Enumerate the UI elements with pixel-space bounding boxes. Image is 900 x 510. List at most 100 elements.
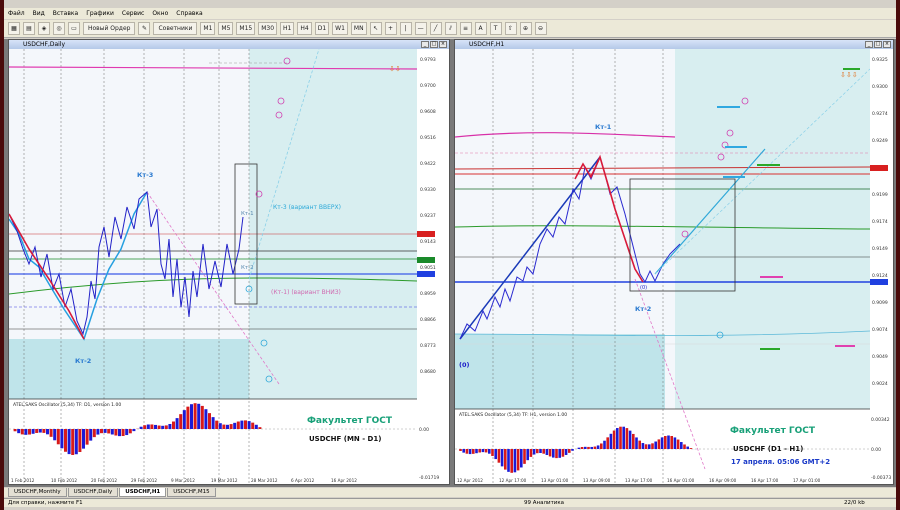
oscillator-bar — [17, 429, 21, 434]
label-icon[interactable]: T — [489, 22, 502, 35]
new-chart-icon[interactable]: ▦ — [8, 22, 20, 35]
period-h4[interactable]: H4 — [297, 22, 312, 35]
variant-up-label: Кт-3 (вариант ВВЕРХ) — [273, 204, 341, 211]
oscillator-bar — [542, 449, 545, 454]
cursor-icon[interactable]: ↖ — [369, 22, 382, 35]
chart-canvas[interactable]: Кт-1 Кт-2 (0) (0) ⇩⇩⇩ 0.9325 0.9300 0.9274… — [454, 49, 893, 484]
oscillator-bar — [539, 449, 542, 453]
price-tick: 0.9199 — [872, 192, 888, 198]
market-watch-icon[interactable]: ◈ — [38, 22, 50, 35]
kt2-label: Кт-2 — [635, 305, 651, 313]
oscillator-bar — [64, 429, 67, 452]
oscillator-bar — [651, 443, 654, 449]
menu-tools[interactable]: Сервис — [122, 10, 144, 17]
menu-file[interactable]: Файл — [8, 10, 25, 17]
menu-view[interactable]: Вид — [33, 10, 45, 17]
oscillator-bar — [172, 421, 175, 429]
chart-window-h1[interactable]: USDCHF,H1 _ □ × Кт-1 Кт-2 (0) (0) ⇩⇩⇩ 0.… — [454, 39, 894, 485]
period-m1[interactable]: M1 — [200, 22, 216, 35]
oscillator-bar — [24, 429, 28, 435]
window-titlebar[interactable]: USDCHF,H1 _ □ × — [455, 40, 893, 49]
minimize-icon[interactable]: _ — [865, 41, 873, 48]
arrow-down-icon: ⇩⇩ — [389, 65, 401, 73]
navigator-icon[interactable]: ◎ — [53, 22, 65, 35]
oscillator-bar — [56, 429, 60, 445]
expert-advisors-button[interactable]: Советники — [153, 22, 198, 35]
oscillator-bar — [654, 441, 657, 449]
crosshair-icon[interactable]: + — [384, 22, 397, 35]
period-m30[interactable]: M30 — [258, 22, 278, 35]
kt1-label: Кт-1 — [241, 211, 254, 217]
chart-window-daily[interactable]: USDCHF,Daily _ □ × Кт-3 Кт-2 Кт-1 Кт-2 К… — [8, 39, 450, 485]
oscillator-bar — [154, 424, 157, 429]
chart-workspace: USDCHF,Daily _ □ × Кт-3 Кт-2 Кт-1 Кт-2 К… — [4, 39, 896, 487]
trendline-icon[interactable]: ╱ — [429, 22, 442, 35]
oscillator-bar — [175, 418, 179, 429]
menu-insert[interactable]: Вставка — [53, 10, 78, 17]
tab-h1[interactable]: USDCHF,H1 — [119, 488, 167, 497]
oscillator-bar — [670, 435, 673, 449]
arrows-icon[interactable]: ⇧ — [504, 22, 517, 35]
oscillator-bar — [622, 426, 625, 449]
period-d1[interactable]: D1 — [314, 22, 330, 35]
oscillator-bar — [53, 429, 57, 441]
period-w1[interactable]: W1 — [332, 22, 348, 35]
tab-monthly[interactable]: USDCHF,Monthly — [8, 488, 67, 497]
status-traffic: 22/0 kb — [844, 500, 865, 506]
price-tick: 0.8959 — [420, 291, 436, 297]
oscillator-bar — [497, 449, 501, 463]
oscillator-bar — [200, 405, 204, 429]
oscillator-bar — [150, 424, 154, 429]
oscillator-bar — [504, 449, 507, 470]
text-icon[interactable]: A — [474, 22, 487, 35]
channel-icon[interactable]: ⫽ — [444, 22, 457, 35]
period-h1[interactable]: H1 — [280, 22, 295, 35]
close-icon[interactable]: × — [883, 41, 891, 48]
oscillator-bar — [494, 449, 497, 460]
time-tick: 17 Apr 01:00 — [793, 478, 821, 483]
time-tick: 16 Apr 17:00 — [751, 478, 779, 483]
vertical-line-icon[interactable]: | — [399, 22, 412, 35]
menu-window[interactable]: Окно — [152, 10, 168, 17]
terminal-window: Файл Вид Вставка Графики Сервис Окно Спр… — [4, 0, 896, 510]
window-title: USDCHF,H1 — [469, 41, 505, 48]
minimize-icon[interactable]: _ — [421, 41, 429, 48]
oscillator-bar — [683, 444, 686, 449]
oscillator-bar — [680, 442, 683, 449]
time-tick: 9 Mar 2012 — [171, 478, 195, 483]
price-tick: 0.9608 — [420, 109, 436, 115]
close-icon[interactable]: × — [439, 41, 447, 48]
oscillator-bar — [548, 449, 552, 457]
price-tick: 0.8866 — [420, 317, 436, 323]
horizontal-line-icon[interactable]: — — [414, 22, 427, 35]
period-m5[interactable]: M5 — [218, 22, 234, 35]
profiles-icon[interactable]: ▤ — [23, 22, 35, 35]
tab-daily[interactable]: USDCHF,Daily — [67, 488, 119, 497]
tab-m15[interactable]: USDCHF,M15 — [167, 488, 216, 497]
oscillator-bar — [619, 426, 622, 449]
new-order-button[interactable]: Новый Ордер — [83, 22, 136, 35]
metaeditor-icon[interactable]: ✎ — [138, 22, 151, 35]
price-tag-blue — [417, 271, 435, 277]
price-tick: 0.8773 — [420, 343, 436, 349]
period-mn[interactable]: MN — [350, 22, 367, 35]
window-titlebar[interactable]: USDCHF,Daily _ □ × — [9, 40, 449, 49]
menu-help[interactable]: Справка — [176, 10, 202, 17]
chart-canvas[interactable]: Кт-3 Кт-2 Кт-1 Кт-2 Кт-3 (вариант ВВЕРХ)… — [8, 48, 449, 484]
maximize-icon[interactable]: □ — [430, 41, 438, 48]
teal-zone-bottom — [455, 334, 665, 409]
period-m15[interactable]: M15 — [236, 22, 256, 35]
oscillator-bar — [247, 421, 251, 429]
terminal-icon[interactable]: ▭ — [68, 22, 80, 35]
fibonacci-icon[interactable]: ≡ — [459, 22, 472, 35]
zoom-in-icon[interactable]: ⊕ — [519, 22, 532, 35]
menu-charts[interactable]: Графики — [86, 10, 114, 17]
oscillator-bar — [555, 449, 558, 459]
osc-scale-zero: 0.00 — [871, 447, 881, 453]
oscillator-bar — [580, 446, 584, 449]
zoom-out-icon[interactable]: ⊖ — [534, 22, 547, 35]
oscillator-bar — [132, 429, 136, 432]
oscillator-bar — [609, 433, 613, 449]
oscillator-bar — [222, 424, 226, 429]
maximize-icon[interactable]: □ — [874, 41, 882, 48]
